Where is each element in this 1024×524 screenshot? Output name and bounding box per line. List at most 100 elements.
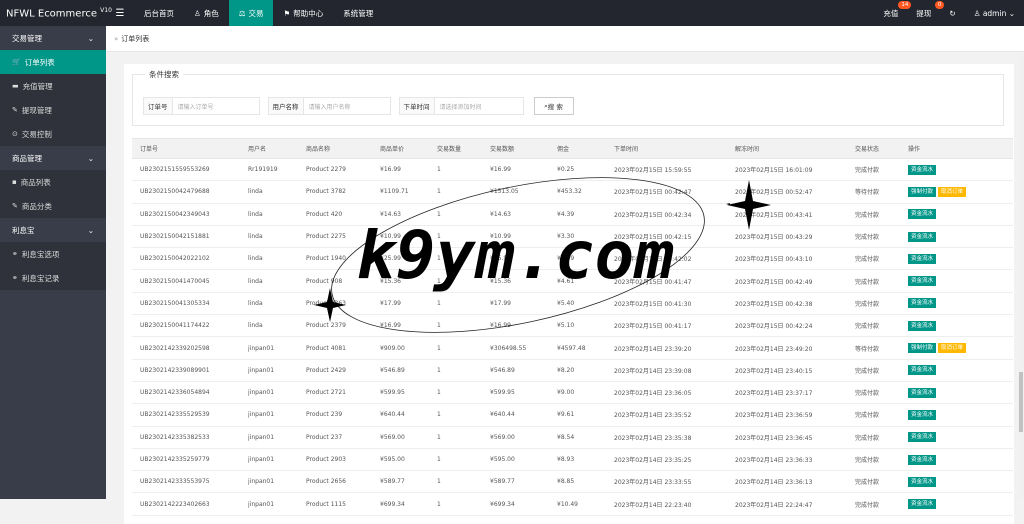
sidebar-item[interactable]: ✎ 提现管理	[0, 98, 106, 122]
username-label: 用户名称	[268, 98, 304, 114]
user-menu[interactable]: ♙ admin ⌄	[965, 9, 1024, 18]
sidebar-item[interactable]: ▬ 充值管理	[0, 74, 106, 98]
column-header: 操作	[900, 138, 1013, 159]
sidebar-item[interactable]: 🛒 订单列表	[0, 50, 106, 74]
table-cell: 2023年02月14日 23:36:13	[727, 470, 847, 494]
sidebar: 交易管理 ⌄ 🛒 订单列表 ▬ 充值管理 ✎ 提现管理 ⊙ 交易控制 商品管理 ⌄ ▪ 商品列表 ✎ 商品分类…	[0, 26, 106, 499]
withdraw-link[interactable]: 提现 0	[907, 0, 945, 19]
table-cell: linda	[240, 225, 298, 249]
table-cell: 完成付款	[847, 225, 900, 249]
table-cell: jinpan01	[240, 470, 298, 494]
table-cell: 2023年02月14日 22:23:40	[606, 492, 727, 516]
action-cell: 资金流水	[900, 381, 1013, 405]
fund-flow-button[interactable]: 资金流水	[908, 276, 937, 287]
table-row: UB2302142339202598 jinpan01 Product 4081 ¥9…	[132, 336, 1013, 360]
sidebar-group[interactable]: 利息宝 ⌄	[0, 218, 106, 242]
action-cell: 资金流水	[900, 403, 1013, 427]
table-cell: ¥546.89	[372, 359, 429, 382]
order-no-input[interactable]: 请输入订单号	[173, 98, 259, 114]
table-cell: ¥5.40	[549, 292, 606, 316]
table-cell: 2023年02月14日 23:36:45	[727, 426, 847, 449]
sidebar-item-label: 商品分类	[21, 201, 52, 211]
scrollbar-thumb[interactable]	[1019, 372, 1023, 432]
breadcrumb: » 订单列表	[106, 26, 1024, 52]
nav-item-1[interactable]: ♙ 角色	[184, 0, 229, 26]
table-cell: ¥14.63	[372, 203, 429, 226]
breadcrumb-current[interactable]: 订单列表	[121, 34, 149, 44]
sidebar-item[interactable]: ▪ 商品列表	[0, 170, 106, 194]
fund-flow-button[interactable]: 资金流水	[908, 409, 937, 420]
sidebar-group-label: 利息宝	[12, 225, 35, 235]
table-cell: 完成付款	[847, 314, 900, 338]
sidebar-item[interactable]: ⚭ 利息宝记录	[0, 266, 106, 290]
force-pay-button[interactable]: 强制付款	[908, 343, 937, 354]
search-legend: 条件搜索	[145, 69, 183, 80]
scale-icon: ⚖	[238, 8, 246, 18]
sidebar-item[interactable]: ✎ 商品分类	[0, 194, 106, 218]
chevron-down-icon: ⌄	[87, 153, 94, 163]
table-cell: ¥4.39	[549, 203, 606, 226]
table-cell: ¥3.30	[549, 225, 606, 249]
order-time-input[interactable]: 请选择添加时间	[435, 98, 523, 114]
top-right-menu: 充值 14 提现 0 ↻ ♙ admin ⌄	[874, 0, 1024, 26]
nav-item-label: 后台首页	[144, 8, 174, 18]
table-cell: 1	[429, 180, 482, 204]
fund-flow-button[interactable]: 资金流水	[908, 387, 937, 398]
username-input[interactable]: 请输入用户名称	[304, 98, 390, 114]
table-body: UB2302151559553269 Rr191919 Product 2279 ¥1…	[132, 158, 1013, 516]
cancel-order-button[interactable]: 取消订单	[938, 186, 967, 197]
table-cell: UB2302150041470045	[132, 269, 240, 293]
table-cell: UB2302142335529539	[132, 403, 240, 427]
fund-flow-button[interactable]: 资金流水	[908, 298, 937, 309]
fund-flow-button[interactable]: 资金流水	[908, 432, 937, 443]
vertical-scrollbar[interactable]	[1018, 52, 1024, 499]
table-cell: 2023年02月15日 00:42:47	[606, 180, 727, 204]
action-cell: 资金流水	[900, 203, 1013, 226]
search-button[interactable]: ⌕ 搜 索	[533, 97, 574, 115]
table-cell: Product 2275	[298, 225, 372, 249]
table-cell: ¥0.25	[549, 158, 606, 182]
sidebar-item-icon: ⚭	[12, 274, 18, 282]
table-cell: 2023年02月14日 23:36:33	[727, 448, 847, 472]
cancel-order-button[interactable]: 取消订单	[938, 343, 967, 354]
fund-flow-button[interactable]: 资金流水	[908, 454, 937, 465]
sidebar-item[interactable]: ⚭ 利息宝选项	[0, 242, 106, 266]
table-cell: 2023年02月14日 23:33:55	[606, 470, 727, 494]
sidebar-item[interactable]: ⊙ 交易控制	[0, 122, 106, 146]
sidebar-group[interactable]: 商品管理 ⌄	[0, 146, 106, 170]
table-cell: 2023年02月15日 00:42:02	[606, 247, 727, 271]
fund-flow-button[interactable]: 资金流水	[908, 476, 937, 487]
sidebar-group[interactable]: 交易管理 ⌄	[0, 26, 106, 50]
fund-flow-button[interactable]: 资金流水	[908, 231, 937, 242]
fund-flow-button[interactable]: 资金流水	[908, 209, 937, 220]
nav-item-2[interactable]: ⚖ 交易	[228, 0, 274, 26]
refresh-icon[interactable]: ↻	[940, 9, 964, 18]
force-pay-button[interactable]: 强制付款	[908, 186, 937, 197]
table-cell: 完成付款	[847, 292, 900, 316]
fund-flow-button[interactable]: 资金流水	[908, 253, 937, 264]
table-cell: ¥8.54	[549, 426, 606, 449]
nav-item-0[interactable]: 后台首页	[134, 0, 184, 26]
table-cell: linda	[240, 247, 298, 271]
table-cell: ¥17.99	[372, 292, 429, 316]
table-cell: UB2302150041174422	[132, 314, 240, 338]
fund-flow-button[interactable]: 资金流水	[908, 365, 937, 376]
nav-item-3[interactable]: ⚑ 帮助中心	[273, 0, 333, 26]
fund-flow-button[interactable]: 资金流水	[908, 320, 937, 331]
table-cell: ¥453.32	[549, 180, 606, 204]
table-cell: ¥10.49	[549, 492, 606, 516]
table-cell: 2023年02月14日 23:36:59	[727, 403, 847, 427]
fund-flow-button[interactable]: 资金流水	[908, 164, 937, 175]
nav-item-4[interactable]: 系统管理	[333, 0, 383, 26]
fund-flow-button[interactable]: 资金流水	[908, 499, 937, 510]
order-no-label: 订单号	[144, 98, 173, 114]
menu-toggle-icon[interactable]: ☰	[106, 8, 134, 19]
recharge-link[interactable]: 充值 14	[874, 0, 912, 19]
table-cell: 2023年02月14日 23:35:52	[606, 403, 727, 427]
app-logo[interactable]: NFWL Ecommerce V10	[0, 7, 112, 19]
action-cell: 资金流水	[900, 247, 1013, 271]
table-cell: 1	[429, 403, 482, 427]
table-cell: 1	[429, 381, 482, 405]
table-cell: 1	[429, 314, 482, 338]
table-cell: UB2302142223402663	[132, 492, 240, 516]
